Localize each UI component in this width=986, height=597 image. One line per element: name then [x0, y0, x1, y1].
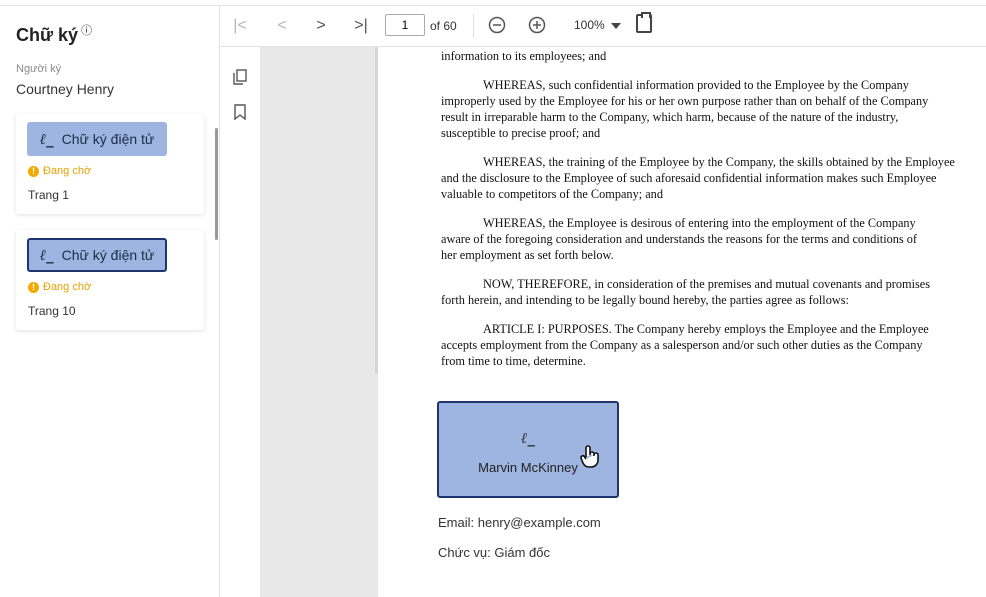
doc-paragraph: WHEREAS, the Employee is desirous of ent…	[441, 216, 918, 262]
signature-pen-icon: ℓ_	[39, 245, 54, 264]
doc-paragraph: NOW, THEREFORE, in consideration of the …	[441, 277, 931, 307]
app: Chữ ký ⓘ Người ký Courtney Henry ℓ_ Chữ k…	[0, 5, 986, 597]
status-text: Đang chờ	[43, 165, 92, 177]
page-count: of 60	[430, 19, 457, 33]
signature-card[interactable]: ℓ_ Chữ ký điện tử ! Đang chờ Trang 1	[16, 114, 204, 214]
e-signature-button[interactable]: ℓ_ Chữ ký điện tử	[27, 122, 167, 156]
previous-page-icon[interactable]: <	[274, 16, 290, 36]
doc-paragraph: WHEREAS, such confidential information p…	[441, 78, 929, 140]
viewer-toolbar: |< < > >| of 60 100%	[220, 6, 986, 47]
zoom-in-icon[interactable]	[528, 16, 546, 34]
hand-pointer-icon	[580, 445, 599, 468]
signature-pen-icon: ℓ_	[39, 129, 54, 148]
viewer-side-tools	[220, 47, 260, 597]
status-pending: ! Đang chờ	[28, 165, 91, 177]
chevron-down-icon	[610, 22, 621, 29]
copy-pages-icon[interactable]	[233, 69, 247, 85]
zoom-value: 100%	[574, 18, 605, 32]
e-signature-label: Chữ ký điện tử	[61, 131, 155, 147]
document-gutter	[260, 47, 378, 597]
toolbar-divider	[473, 14, 474, 38]
zoom-out-icon[interactable]	[488, 16, 506, 34]
doc-paragraph: ARTICLE I: PURPOSES. The Company hereby …	[441, 322, 929, 368]
next-page-icon[interactable]: >	[313, 16, 329, 36]
panel-title: Chữ ký ⓘ	[16, 22, 92, 46]
bookmark-icon[interactable]	[233, 104, 247, 120]
page-number-input[interactable]	[385, 14, 425, 36]
last-page-icon[interactable]: >|	[353, 16, 369, 36]
clipboard-icon[interactable]	[636, 12, 652, 33]
panel-title-text: Chữ ký	[16, 25, 79, 45]
signer-email: Email: henry@example.com	[438, 515, 601, 530]
signer-label: Người ký	[16, 63, 62, 75]
page-reference: Trang 1	[28, 188, 69, 202]
signature-panel: Chữ ký ⓘ Người ký Courtney Henry ℓ_ Chữ k…	[0, 6, 220, 597]
e-signature-label: Chữ ký điện tử	[61, 247, 155, 263]
signature-field[interactable]: ℓ_ Marvin McKinney	[437, 401, 619, 498]
warning-icon: !	[28, 165, 39, 177]
document-page: information to its employees; and WHEREA…	[378, 47, 986, 597]
document-text: information to its employees; and WHEREA…	[441, 47, 986, 382]
first-page-icon[interactable]: |<	[232, 16, 248, 36]
panel-scrollbar[interactable]	[215, 128, 218, 240]
signer-role: Chức vụ: Giám đốc	[438, 545, 551, 560]
zoom-select[interactable]: 100%	[574, 18, 621, 32]
warning-icon: !	[28, 281, 39, 293]
status-text: Đang chờ	[43, 281, 92, 293]
info-icon[interactable]: ⓘ	[81, 25, 92, 37]
status-pending: ! Đang chờ	[28, 281, 91, 293]
e-signature-button[interactable]: ℓ_ Chữ ký điện tử	[27, 238, 167, 272]
page-reference: Trang 10	[28, 304, 76, 318]
signer-name: Courtney Henry	[16, 81, 115, 97]
signature-card[interactable]: ℓ_ Chữ ký điện tử ! Đang chờ Trang 10	[16, 230, 204, 330]
doc-paragraph: WHEREAS, the training of the Employee by…	[441, 155, 955, 201]
doc-line: information to its employees; and	[441, 49, 607, 63]
